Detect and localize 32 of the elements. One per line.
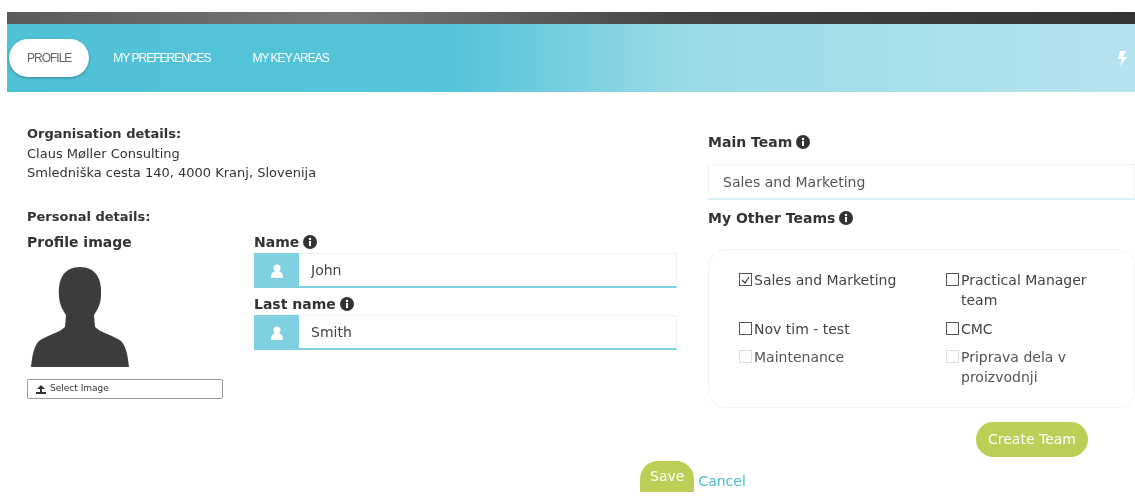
field-label: Profile image (27, 233, 133, 252)
checkbox-label: CMC (961, 319, 993, 339)
info-icon (303, 235, 318, 249)
info-icon (339, 297, 354, 311)
user-icon (254, 315, 299, 350)
select-image-button[interactable]: Select Image (27, 379, 223, 399)
field-label: My Other Teams (708, 210, 836, 226)
organisation-address: Smledniška cesta 140, 4000 Kranj, Slovenija (27, 164, 318, 182)
checkbox-label: Sales and Marketing (754, 271, 897, 290)
lightning-icon (1117, 50, 1127, 66)
user-icon (254, 253, 299, 288)
info-icon (839, 211, 854, 225)
checkbox[interactable] (946, 321, 959, 335)
checkbox-label: Priprava dela v proizvodnji (961, 347, 1068, 388)
checkbox[interactable] (739, 321, 752, 335)
upload-icon (36, 384, 46, 394)
section-heading: Personal details: (27, 207, 152, 226)
section-heading: Organisation details: (27, 125, 183, 143)
field-label: Main Team (708, 134, 793, 150)
field-label: Name (254, 234, 300, 250)
checkbox-label: Practical Manager team (961, 271, 1088, 311)
checkbox[interactable] (946, 273, 959, 286)
checkbox[interactable] (739, 273, 752, 286)
organisation-name: Claus Møller Consulting (27, 144, 181, 163)
text-field[interactable]: Smith (299, 315, 677, 350)
text-field[interactable]: John (299, 253, 677, 288)
checkbox-label: Nov tim - test (754, 319, 850, 339)
tab[interactable]: PROFILE (9, 39, 90, 77)
checkbox-label: Maintenance (754, 347, 845, 367)
field-label: Last name (254, 296, 336, 312)
info-icon (796, 135, 811, 149)
team-select[interactable]: Sales and Marketing (708, 164, 1135, 200)
